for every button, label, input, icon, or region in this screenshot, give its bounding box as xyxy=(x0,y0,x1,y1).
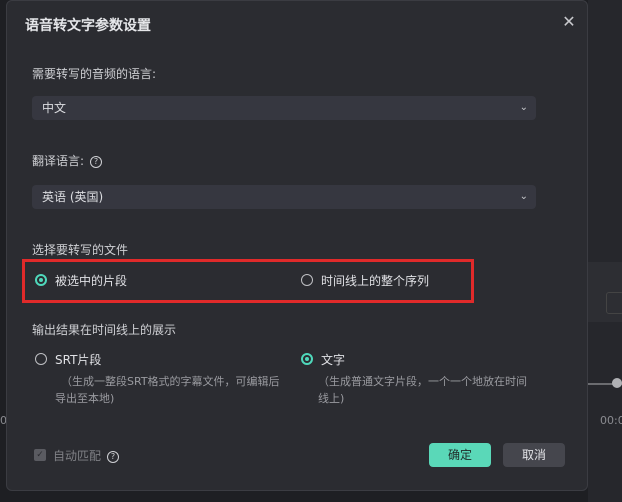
option-text-clip-desc-line2: 线上) xyxy=(318,392,345,405)
auto-match-label: 自动匹配? xyxy=(53,447,120,464)
radio-srt-clip[interactable] xyxy=(35,353,47,365)
chevron-down-icon: ⌄ xyxy=(519,102,528,113)
option-srt-clip-label[interactable]: SRT片段 xyxy=(55,351,101,368)
translate-language-label: 翻译语言:? xyxy=(32,152,103,169)
translate-language-select[interactable]: 英语 (英国) ⌄ xyxy=(32,185,536,209)
option-text-clip-label[interactable]: 文字 xyxy=(321,351,345,368)
translate-language-value: 英语 (英国) xyxy=(42,190,104,204)
highlight-annotation-box xyxy=(22,259,474,303)
help-icon[interactable]: ? xyxy=(107,451,120,463)
zoom-slider-handle[interactable] xyxy=(612,378,622,388)
option-srt-clip-desc-line2: 导出至本地) xyxy=(55,392,115,405)
dialog-title: 语音转文字参数设置 xyxy=(25,18,151,34)
close-icon[interactable]: ✕ xyxy=(559,12,579,32)
help-icon[interactable]: ? xyxy=(90,156,103,168)
output-section-label: 输出结果在时间线上的展示 xyxy=(32,323,177,337)
speech-to-text-dialog: 语音转文字参数设置 ✕ 需要转写的音频的语言: 中文 ⌄ 翻译语言:? 英语 (… xyxy=(6,0,588,491)
option-text-clip-desc-line1: （生成普通文字片段，一个一个地放在时间 xyxy=(318,375,527,388)
file-section-label: 选择要转写的文件 xyxy=(32,243,129,257)
radio-text-clip[interactable] xyxy=(301,353,313,365)
option-srt-clip-desc-line1: （生成一整段SRT格式的字幕文件，可编辑后 xyxy=(61,375,280,388)
source-language-label: 需要转写的音频的语言: xyxy=(32,67,157,81)
right-panel-box xyxy=(606,292,622,314)
auto-match-checkbox[interactable]: ✓ xyxy=(34,449,46,461)
cancel-button[interactable]: 取消 xyxy=(503,443,565,467)
timecode-right: 00:00 xyxy=(600,414,622,427)
source-language-value: 中文 xyxy=(42,101,67,115)
chevron-down-icon: ⌄ xyxy=(519,191,528,202)
confirm-button[interactable]: 确定 xyxy=(429,443,491,467)
translate-language-label-text: 翻译语言: xyxy=(32,154,85,168)
auto-match-label-text: 自动匹配 xyxy=(53,449,102,463)
source-language-select[interactable]: 中文 ⌄ xyxy=(32,96,536,120)
